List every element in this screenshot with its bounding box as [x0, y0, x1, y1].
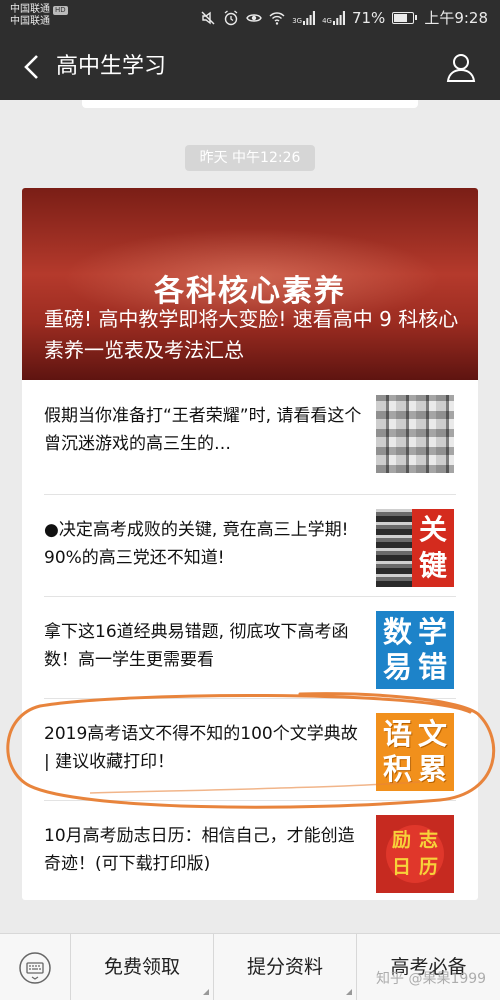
status-bar: 中国联通 HD 中国联通 3G 4G 71% 上午9:28	[0, 0, 500, 34]
signal-1: 3G	[292, 10, 316, 25]
header-article-title: 重磅! 高中教学即将大变脸! 速看高中 9 科核心素养一览表及考法汇总	[44, 307, 459, 362]
wifi-icon	[269, 11, 285, 25]
thumb-char: 关	[418, 513, 447, 546]
thumb-char: 励	[391, 829, 411, 851]
article-title: 拿下这16道经典易错题, 彻底攻下高考函数！高一学生更需要看	[44, 622, 349, 670]
menu-exam-essentials[interactable]: 高考必备	[357, 934, 500, 1000]
hd-badge: HD	[53, 5, 68, 15]
eye-icon	[246, 13, 262, 22]
alarm-icon	[224, 9, 238, 25]
thumb-char: 积	[382, 752, 412, 786]
submenu-indicator-icon	[346, 989, 352, 995]
thumb-char: 文	[417, 717, 447, 751]
keyboard-icon	[19, 951, 51, 984]
thumb-char: 志	[418, 829, 438, 851]
network-type-1: 3G	[292, 16, 303, 25]
crowd-image	[376, 509, 412, 587]
list-item[interactable]: 10月高考励志日历：相信自己，才能创造奇迹！(可下载打印版) 励 志 日 历	[22, 800, 478, 900]
list-item[interactable]: 拿下这16道经典易错题, 彻底攻下高考函数！高一学生更需要看 数 学 易 错	[22, 596, 478, 697]
mute-icon	[201, 11, 215, 24]
signal-bars-icon	[303, 10, 316, 25]
article-card[interactable]: 各科核心素养 重磅! 高中教学即将大变脸! 速看高中 9 科核心素养一览表及考法…	[22, 188, 478, 900]
article-thumbnail: 数 学 易 错	[376, 611, 454, 689]
chevron-left-icon	[24, 55, 38, 79]
thumb-char: 日	[391, 856, 411, 878]
network-type-2: 4G	[322, 16, 332, 25]
submenu-indicator-icon	[203, 989, 209, 995]
article-thumbnail	[376, 395, 454, 473]
thumb-char: 学	[417, 615, 447, 649]
thumb-char: 易	[382, 650, 412, 684]
list-item[interactable]: 2019高考语文不得不知的100个文学典故 | 建议收藏打印！ 语 文 积 累	[22, 698, 478, 799]
list-item[interactable]: 假期当你准备打“王者荣耀”时, 请看看这个曾沉迷游戏的高三生的…	[22, 380, 478, 481]
menu-label: 免费领取	[103, 956, 180, 978]
carrier-2: 中国联通	[10, 16, 50, 27]
menu-label: 提分资料	[246, 956, 323, 978]
signal-bars-icon	[332, 10, 345, 25]
thumb-char: 历	[418, 856, 438, 878]
thumb-char: 累	[417, 752, 447, 786]
message-timestamp: 昨天 中午12:26	[185, 145, 315, 171]
menu-study-materials[interactable]: 提分资料	[214, 934, 357, 1000]
page-title: 高中生学习	[56, 54, 167, 79]
card-header[interactable]: 各科核心素养 重磅! 高中教学即将大变脸! 速看高中 9 科核心素养一览表及考法…	[22, 188, 478, 380]
article-thumbnail: 语 文 积 累	[376, 713, 454, 791]
person-icon	[446, 54, 476, 82]
battery-percent: 71%	[351, 8, 386, 27]
menu-free-claim[interactable]: 免费领取	[71, 934, 214, 1000]
back-button[interactable]	[14, 50, 48, 84]
list-item[interactable]: ●决定高考成败的关键, 竟在高三上学期! 90%的高三党还不知道! 关 键	[22, 494, 478, 595]
profile-button[interactable]	[444, 50, 478, 84]
nav-bar: 高中生学习	[0, 34, 500, 100]
watermark: 知乎 @果果1999	[376, 971, 487, 987]
carrier-info: 中国联通 HD 中国联通	[10, 4, 68, 28]
article-title: 10月高考励志日历：相信自己，才能创造奇迹！(可下载打印版)	[44, 826, 355, 874]
article-title: ●决定高考成败的关键, 竟在高三上学期! 90%的高三党还不知道!	[44, 520, 349, 568]
thumb-char: 错	[417, 650, 447, 684]
article-title: 假期当你准备打“王者荣耀”时, 请看看这个曾沉迷游戏的高三生的…	[44, 406, 362, 454]
thumb-char: 数	[382, 615, 412, 649]
carrier-1: 中国联通	[10, 4, 50, 15]
thumb-char: 键	[418, 549, 447, 582]
previous-message-card[interactable]	[82, 100, 418, 108]
keyboard-toggle-button[interactable]	[0, 934, 71, 1000]
status-icons: 3G 4G 71% 上午9:28	[200, 7, 488, 28]
article-title: 2019高考语文不得不知的100个文学典故 | 建议收藏打印！	[44, 724, 358, 772]
bottom-menu: 免费领取 提分资料 高考必备	[0, 933, 500, 1000]
battery-icon	[392, 11, 418, 24]
thumb-char: 语	[382, 717, 412, 751]
article-thumbnail: 励 志 日 历	[376, 815, 454, 893]
signal-2: 4G	[322, 10, 345, 25]
article-thumbnail: 关 键	[376, 509, 454, 587]
clock: 上午9:28	[424, 9, 488, 27]
